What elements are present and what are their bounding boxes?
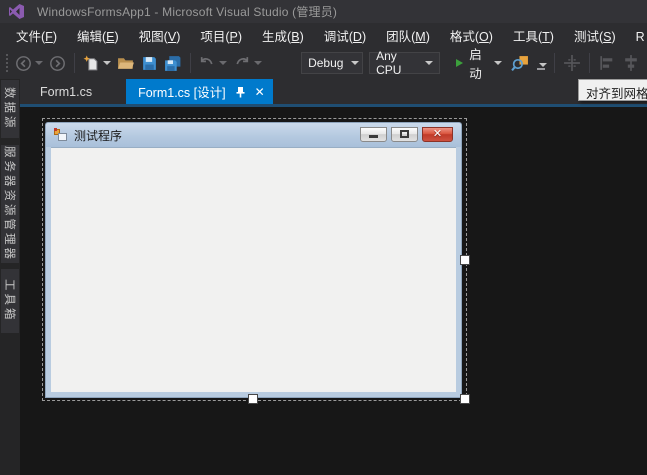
form-title: 测试程序 xyxy=(74,128,123,143)
sidebar-item-server-explorer[interactable]: 服务器资源管理器 xyxy=(1,145,19,263)
chevron-down-icon xyxy=(219,61,228,65)
pin-icon xyxy=(236,86,245,97)
align-lefts-icon xyxy=(600,56,613,70)
pin-button[interactable] xyxy=(235,86,246,98)
toolbar-drag-grip[interactable] xyxy=(5,53,8,73)
form-close-button[interactable]: ✕ xyxy=(422,126,453,142)
snap-to-grid-button[interactable] xyxy=(561,52,583,74)
toolbar-separator xyxy=(73,53,75,73)
menu-item-file[interactable]: 文件(F) xyxy=(6,23,67,48)
align-centers-button[interactable] xyxy=(620,52,642,74)
chevron-down-icon xyxy=(34,61,43,65)
overflow-bar-icon xyxy=(537,67,546,70)
close-icon: ✕ xyxy=(254,84,265,99)
open-file-button[interactable] xyxy=(115,53,137,74)
left-tool-tabs: 数据源 服务器资源管理器 工具箱 xyxy=(0,79,20,475)
menu-item-build[interactable]: 生成(B) xyxy=(252,23,314,48)
tab-form1-code[interactable]: Form1.cs xyxy=(28,79,104,104)
solution-configuration-value: Debug xyxy=(308,56,344,70)
form-title-bar[interactable]: 测试程序 ✕ xyxy=(45,122,462,147)
redo-button[interactable] xyxy=(231,53,264,74)
new-project-button[interactable] xyxy=(81,53,113,74)
align-lefts-button[interactable] xyxy=(596,52,618,74)
sidebar-item-data-sources[interactable]: 数据源 xyxy=(1,80,19,138)
undo-icon xyxy=(200,56,213,64)
chevron-down-icon xyxy=(102,61,111,65)
menu-item-test[interactable]: 测试(S) xyxy=(564,23,626,48)
chevron-down-icon xyxy=(493,61,502,65)
resize-handle-bottom[interactable] xyxy=(249,395,257,403)
title-bar: WindowsFormsApp1 - Microsoft Visual Stud… xyxy=(0,0,647,23)
resize-handle-bottom-right[interactable] xyxy=(461,395,469,403)
window-title: WindowsFormsApp1 - Microsoft Visual Stud… xyxy=(37,5,338,19)
chevron-down-icon xyxy=(425,61,434,65)
designed-form[interactable]: 测试程序 ✕ xyxy=(45,122,462,398)
menu-item-view[interactable]: 视图(V) xyxy=(129,23,191,48)
forward-icon xyxy=(49,55,65,71)
minimize-icon xyxy=(369,135,378,138)
save-button[interactable] xyxy=(139,53,160,74)
toolbar-separator xyxy=(189,53,191,73)
toolbar-options-button[interactable] xyxy=(536,62,547,70)
save-all-icon xyxy=(164,55,180,71)
back-icon xyxy=(15,55,31,71)
open-folder-icon xyxy=(117,57,134,69)
find-icon xyxy=(511,55,528,71)
menu-item-r-tools[interactable]: R 工具 xyxy=(626,23,647,48)
menu-bar: 文件(F) 编辑(E) 视图(V) 项目(P) 生成(B) 调试(D) 团队(M… xyxy=(0,23,647,47)
save-all-button[interactable] xyxy=(162,53,184,74)
tab-label: Form1.cs [设计] xyxy=(138,86,226,100)
new-file-icon xyxy=(83,55,97,70)
overflow-chevron-icon xyxy=(538,62,547,67)
toolbar-separator xyxy=(589,53,590,73)
form-window-controls: ✕ xyxy=(360,126,453,142)
form-client-area[interactable] xyxy=(51,147,456,392)
sidebar-item-label: 服务器资源管理器 xyxy=(3,146,15,262)
standard-toolbar: Debug Any CPU 启动 xyxy=(0,47,647,81)
menu-item-team[interactable]: 团队(M) xyxy=(376,23,440,48)
sidebar-item-label: 工具箱 xyxy=(3,279,15,323)
play-icon xyxy=(456,58,464,68)
sidebar-item-label: 数据源 xyxy=(3,87,15,131)
chevron-down-icon xyxy=(351,61,360,65)
form-minimize-button[interactable] xyxy=(360,126,387,142)
align-centers-icon xyxy=(625,55,637,71)
toolbar-separator xyxy=(554,53,555,73)
form-maximize-button[interactable] xyxy=(391,126,418,142)
snap-to-grid-tooltip: 对齐到网格 xyxy=(578,79,647,101)
solution-configuration-dropdown[interactable]: Debug xyxy=(301,52,364,74)
close-tab-button[interactable]: ✕ xyxy=(255,85,265,99)
navigate-forward-button[interactable] xyxy=(47,53,68,74)
navigate-backward-button[interactable] xyxy=(13,53,45,74)
visual-studio-logo-icon xyxy=(9,4,24,19)
layout-toolbar xyxy=(549,52,643,74)
close-icon: ✕ xyxy=(432,127,443,140)
save-icon xyxy=(142,56,156,70)
solution-platform-dropdown[interactable]: Any CPU xyxy=(369,49,441,77)
snap-to-grid-icon xyxy=(564,55,580,71)
redo-icon xyxy=(236,56,249,64)
resize-handle-right[interactable] xyxy=(461,256,469,264)
menu-item-edit[interactable]: 编辑(E) xyxy=(67,23,129,48)
menu-item-debug[interactable]: 调试(D) xyxy=(314,23,376,48)
solution-platform-value: Any CPU xyxy=(376,49,402,77)
menu-item-project[interactable]: 项目(P) xyxy=(190,23,252,48)
tab-form1-designer[interactable]: Form1.cs [设计] ✕ xyxy=(126,79,273,104)
start-label: 启动 xyxy=(469,48,482,81)
maximize-icon xyxy=(400,130,409,138)
document-tab-well: Form1.cs Form1.cs [设计] ✕ xyxy=(20,79,647,104)
form-frame xyxy=(45,147,462,398)
form-icon xyxy=(54,128,68,142)
tooltip-text: 对齐到网格 xyxy=(586,87,647,101)
menu-item-tools[interactable]: 工具(T) xyxy=(503,23,564,48)
find-in-files-button[interactable] xyxy=(509,53,531,74)
sidebar-item-toolbox[interactable]: 工具箱 xyxy=(1,269,19,333)
visual-studio-window: WindowsFormsApp1 - Microsoft Visual Stud… xyxy=(0,0,647,475)
forms-designer-surface[interactable]: 测试程序 ✕ xyxy=(20,107,647,475)
tab-label: Form1.cs xyxy=(40,84,93,99)
chevron-down-icon xyxy=(254,61,263,65)
undo-button[interactable] xyxy=(196,53,229,74)
